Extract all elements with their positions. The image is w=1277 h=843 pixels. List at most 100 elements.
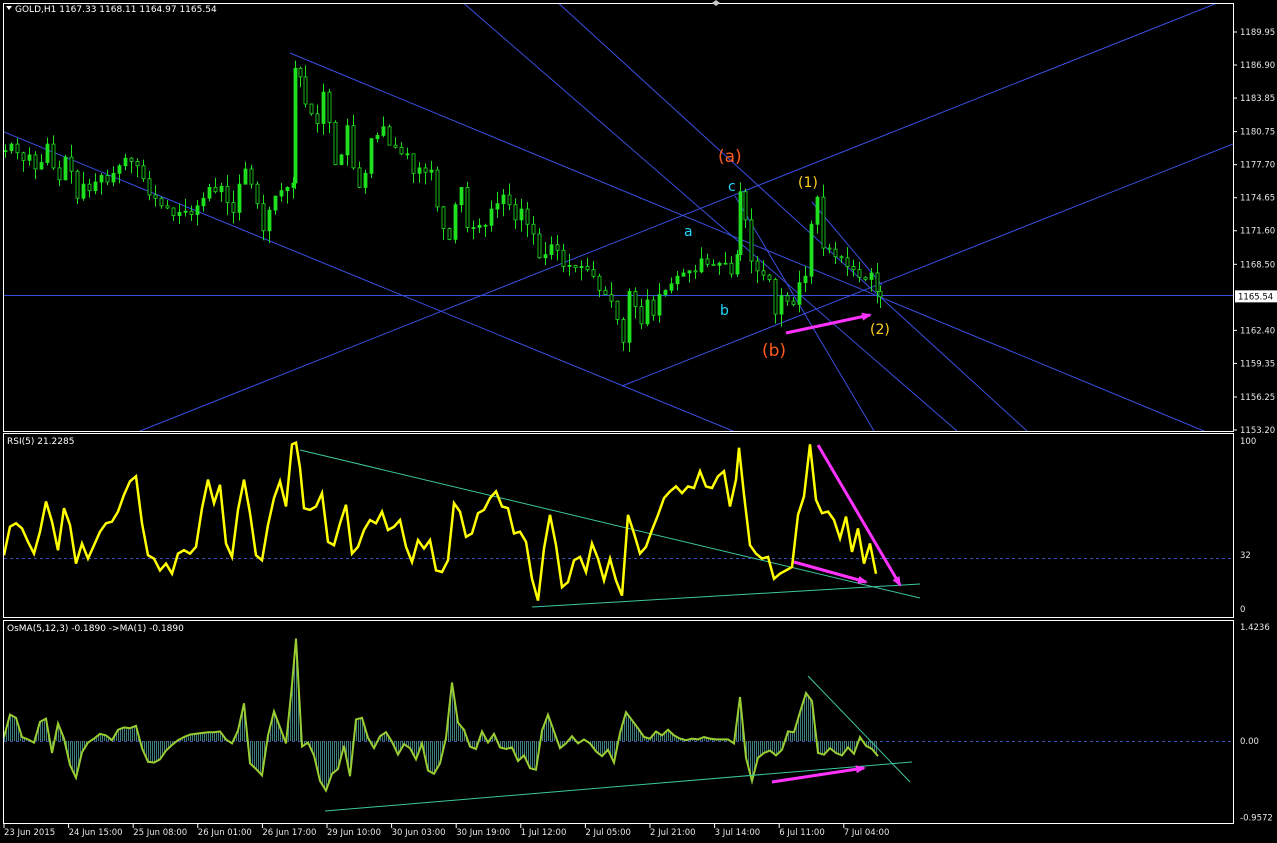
candle[interactable]	[27, 147, 32, 166]
candle[interactable]	[459, 187, 464, 213]
candle[interactable]	[465, 181, 470, 233]
candle[interactable]	[201, 192, 206, 212]
candle[interactable]	[45, 137, 50, 166]
candle[interactable]	[21, 151, 26, 172]
candle[interactable]	[519, 198, 524, 232]
candle[interactable]	[573, 264, 578, 273]
price-axis[interactable]: 1189.95 1186.90 1183.85 1180.75 1177.70 1174.…	[1233, 28, 1275, 436]
candle[interactable]	[839, 255, 844, 263]
candle[interactable]	[878, 285, 883, 309]
candle[interactable]	[531, 215, 536, 245]
candle[interactable]	[603, 286, 608, 296]
rsi-trendline[interactable]	[299, 449, 921, 599]
candle[interactable]	[627, 288, 632, 352]
candle[interactable]	[755, 256, 760, 284]
candle[interactable]	[525, 201, 530, 238]
candle[interactable]	[453, 202, 458, 244]
candle[interactable]	[597, 273, 602, 298]
candle[interactable]	[381, 116, 386, 138]
rsi-trendline[interactable]	[531, 583, 921, 608]
candle[interactable]	[321, 83, 326, 135]
candle[interactable]	[243, 161, 248, 185]
candlesticks[interactable]	[4, 60, 883, 352]
trendline[interactable]	[555, 0, 1028, 431]
candle[interactable]	[183, 198, 188, 217]
candle[interactable]	[803, 265, 808, 292]
rsi-axis[interactable]: 100 32 0	[1240, 437, 1256, 615]
candle[interactable]	[447, 227, 452, 241]
osma-signal-line[interactable]	[4, 638, 879, 793]
osma-axis[interactable]: 1.4236 0.00 -0.9572	[1240, 623, 1273, 824]
candle[interactable]	[615, 300, 620, 325]
candle[interactable]	[507, 183, 512, 211]
candle[interactable]	[153, 185, 158, 207]
candle[interactable]	[785, 292, 790, 306]
candle[interactable]	[261, 194, 266, 241]
candle[interactable]	[207, 183, 212, 202]
candle[interactable]	[285, 186, 290, 204]
candle[interactable]	[99, 173, 104, 195]
candle[interactable]	[51, 135, 56, 170]
candle[interactable]	[213, 177, 218, 194]
trendline[interactable]	[734, 195, 875, 431]
candle[interactable]	[761, 260, 766, 281]
candle[interactable]	[711, 259, 716, 266]
candle[interactable]	[549, 236, 554, 260]
candle[interactable]	[669, 277, 674, 294]
trendline[interactable]	[460, 0, 958, 431]
candle[interactable]	[681, 268, 686, 277]
candle[interactable]	[815, 195, 820, 234]
candle[interactable]	[735, 250, 740, 278]
candle[interactable]	[567, 253, 572, 276]
candle[interactable]	[749, 208, 754, 274]
candle[interactable]	[129, 157, 134, 174]
candle[interactable]	[339, 153, 344, 166]
candle[interactable]	[273, 195, 278, 215]
candle[interactable]	[303, 65, 308, 108]
candle[interactable]	[633, 287, 638, 319]
candle[interactable]	[249, 164, 254, 189]
candle[interactable]	[111, 166, 116, 187]
candle[interactable]	[387, 124, 392, 146]
candle[interactable]	[705, 253, 710, 268]
candle[interactable]	[738, 182, 743, 261]
trading-chart[interactable]: (a) (b) (1) (2) a b c GOLD,H1 1167.33 11…	[0, 0, 1277, 843]
candle[interactable]	[231, 190, 236, 224]
candle[interactable]	[717, 261, 722, 275]
candle[interactable]	[809, 220, 814, 284]
candle[interactable]	[293, 60, 298, 190]
candle[interactable]	[93, 173, 98, 195]
trendline[interactable]	[139, 2, 1220, 431]
candle[interactable]	[495, 191, 500, 218]
candle[interactable]	[33, 151, 38, 180]
candle[interactable]	[4, 144, 8, 158]
candle[interactable]	[591, 260, 596, 279]
candle[interactable]	[483, 223, 488, 237]
candle[interactable]	[315, 104, 320, 133]
candle[interactable]	[863, 276, 868, 282]
candle[interactable]	[845, 247, 850, 277]
candle[interactable]	[357, 161, 362, 189]
candle[interactable]	[105, 169, 110, 186]
candle[interactable]	[177, 203, 182, 224]
trendline[interactable]	[289, 52, 1205, 431]
candle[interactable]	[687, 270, 692, 283]
candle[interactable]	[117, 163, 122, 184]
candle[interactable]	[81, 171, 86, 201]
candle[interactable]	[15, 138, 20, 160]
candle[interactable]	[123, 153, 128, 171]
candle[interactable]	[729, 256, 734, 278]
candle[interactable]	[219, 182, 224, 202]
candle[interactable]	[501, 189, 506, 217]
candle[interactable]	[351, 114, 356, 170]
candle[interactable]	[699, 247, 704, 274]
candle[interactable]	[477, 218, 482, 233]
candle[interactable]	[333, 120, 338, 166]
candle[interactable]	[555, 235, 560, 261]
candle[interactable]	[471, 220, 476, 240]
candle[interactable]	[39, 153, 44, 170]
candle[interactable]	[441, 205, 446, 241]
candle[interactable]	[399, 142, 404, 156]
candle[interactable]	[767, 274, 772, 283]
candle[interactable]	[779, 288, 784, 327]
